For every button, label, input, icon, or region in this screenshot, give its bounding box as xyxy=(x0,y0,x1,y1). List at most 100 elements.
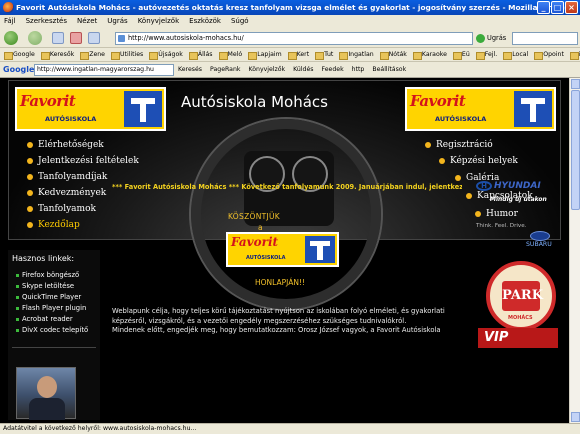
bookmark-item[interactable]: Keresők xyxy=(40,48,74,61)
feeds-button[interactable]: Feedek xyxy=(322,62,344,77)
bookmarks-toolbar: Google Keresők Zene Utilities Újságok Ál… xyxy=(0,48,580,62)
link-divx[interactable]: DivX codec telepítő xyxy=(16,325,88,336)
settings-button[interactable]: Beállítások xyxy=(372,62,406,77)
page-content: Favorit AUTÓSISKOLA Autósiskola Mohács F… xyxy=(0,78,569,423)
google-search-input[interactable]: http://www.ingatlan-magyarorszag.hu xyxy=(34,64,174,76)
google-bookmarks-button[interactable]: Könyvjelzők xyxy=(248,62,285,77)
bookmark-item[interactable]: Zene xyxy=(80,48,105,61)
hyundai-wordmark: HYUNDAI xyxy=(494,181,541,191)
google-search-button[interactable]: Keresés xyxy=(178,62,202,77)
bookmark-item[interactable]: Google xyxy=(4,48,35,61)
scroll-thumb[interactable] xyxy=(571,90,580,210)
park-subtitle: MOHÁCS xyxy=(508,315,533,321)
bookmark-item[interactable]: Ingatlan xyxy=(339,48,374,61)
nav-elerhetosegek[interactable]: Elérhetőségek xyxy=(27,138,104,153)
scroll-up-arrow-icon[interactable] xyxy=(571,79,580,89)
site-header: Favorit AUTÓSISKOLA Autósiskola Mohács F… xyxy=(8,80,561,309)
t-sign-icon xyxy=(305,236,335,263)
navigation-toolbar: http://www.autosiskola-mohacs.hu/ Ugrás xyxy=(0,28,580,48)
favorit-logo-left[interactable]: Favorit AUTÓSISKOLA xyxy=(15,87,166,131)
maximize-button[interactable]: □ xyxy=(551,1,564,14)
bookmark-item[interactable]: Eü xyxy=(452,48,470,61)
menu-help[interactable]: Súgó xyxy=(231,15,249,28)
bookmark-item[interactable]: Nóták xyxy=(379,48,407,61)
menu-go[interactable]: Ugrás xyxy=(107,15,127,28)
intro-paragraph: Weblapunk célja, hogy teljes körű tájéko… xyxy=(112,307,445,325)
back-arrow-icon[interactable] xyxy=(4,31,18,45)
page-icon xyxy=(118,35,125,42)
link-skype[interactable]: Skype letöltése xyxy=(16,281,88,292)
welcome-honlapjan: HONLAPJÁN!! xyxy=(255,278,305,287)
home-icon[interactable] xyxy=(88,32,100,44)
logo-subtitle: AUTÓSISKOLA xyxy=(435,115,487,123)
menu-edit[interactable]: Szerkesztés xyxy=(26,15,67,28)
nav-tanfolyamdijak[interactable]: Tanfolyamdíjak xyxy=(27,170,107,185)
favorit-logo-right[interactable]: Favorit AUTÓSISKOLA xyxy=(405,87,556,131)
subaru-slogan: Think. Feel. Drive. xyxy=(476,223,527,229)
t-sign-icon xyxy=(514,91,552,127)
instructor-photo xyxy=(16,367,76,420)
bookmark-item[interactable]: Utilities xyxy=(110,48,143,61)
close-button[interactable]: × xyxy=(565,1,578,14)
menu-file[interactable]: Fájl xyxy=(4,15,16,28)
bookmark-item[interactable]: Lapjaim xyxy=(248,48,282,61)
vertical-scrollbar[interactable] xyxy=(569,78,580,423)
hyundai-logo-icon: H xyxy=(476,181,492,191)
bookmark-item[interactable]: Meló xyxy=(218,48,242,61)
address-url: http://www.autosiskola-mohacs.hu/ xyxy=(128,34,244,42)
pagerank-indicator[interactable]: PageRank xyxy=(210,62,240,77)
logo-favorit-text: Favorit xyxy=(231,235,279,249)
menu-bar: Fájl Szerkesztés Nézet Ugrás Könyvjelzők… xyxy=(0,15,580,28)
bookmark-item[interactable]: Tut xyxy=(315,48,333,61)
nav-regisztracio[interactable]: Regisztráció xyxy=(425,138,493,153)
forward-arrow-icon[interactable] xyxy=(28,31,42,45)
link-acrobat[interactable]: Acrobat reader xyxy=(16,314,88,325)
nav-kedvezmenyek[interactable]: Kedvezmények xyxy=(27,186,106,201)
nav-kepzesi-helyek[interactable]: Képzési helyek xyxy=(439,154,518,169)
link-firefox[interactable]: Firefox böngésző xyxy=(16,270,88,281)
stop-icon[interactable] xyxy=(70,32,82,44)
nav-tanfolyamok[interactable]: Tanfolyamok xyxy=(27,202,96,217)
menu-bookmarks[interactable]: Könyvjelzők xyxy=(138,15,179,28)
nav-jelentkezesi-feltetelek[interactable]: Jelentkezési feltételek xyxy=(27,154,139,169)
bookmark-item[interactable]: Kert xyxy=(287,48,309,61)
welcome-a: a xyxy=(258,223,263,232)
reload-icon[interactable] xyxy=(52,32,64,44)
bookmark-item[interactable]: Újságok xyxy=(149,48,183,61)
google-toolbar: Google http://www.ingatlan-magyarorszag.… xyxy=(0,62,580,78)
window-title: Favorit Autósiskola Mohács - autóvezetés… xyxy=(16,3,570,12)
hyundai-ad[interactable]: H HYUNDAI Mindig új utakon xyxy=(476,180,560,206)
bookmark-item[interactable]: Karaoke xyxy=(412,48,447,61)
google-toolbar-items: Keresés PageRank Könyvjelzők Küldés Feed… xyxy=(178,62,406,77)
subaru-ad[interactable]: Think. Feel. Drive. SUBARU xyxy=(476,223,560,249)
menu-view[interactable]: Nézet xyxy=(77,15,97,28)
bookmark-item[interactable]: ingb xyxy=(569,48,580,61)
go-button[interactable]: Ugrás xyxy=(476,32,506,45)
nav-humor[interactable]: Humor xyxy=(475,207,518,222)
park-ad[interactable]: PARK MOHÁCS xyxy=(486,261,556,331)
link-quicktime[interactable]: QuickTime Player xyxy=(16,292,88,303)
vip-ad[interactable]: VIP xyxy=(478,328,558,348)
site-title: Autósiskola Mohács xyxy=(181,93,328,111)
bookmark-item[interactable]: Fejl. xyxy=(475,48,497,61)
minimize-button[interactable]: _ xyxy=(537,1,550,14)
google-logo: Google xyxy=(3,65,35,74)
favorit-logo-center: Favorit AUTÓSISKOLA xyxy=(226,232,339,267)
bookmark-item[interactable]: Állás xyxy=(188,48,213,61)
useful-links-heading: Hasznos linkek: xyxy=(12,254,75,263)
send-button[interactable]: Küldés xyxy=(293,62,313,77)
intro-paragraph-2: Mindenek előtt, engedjék meg, hogy bemut… xyxy=(112,326,441,334)
address-bar[interactable]: http://www.autosiskola-mohacs.hu/ xyxy=(115,32,473,45)
logo-favorit-text: Favorit xyxy=(410,92,466,110)
menu-tools[interactable]: Eszközök xyxy=(189,15,221,28)
http-button[interactable]: http xyxy=(352,62,365,77)
bookmark-item[interactable]: Local xyxy=(503,48,528,61)
nav-kezdolap[interactable]: Kezdőlap xyxy=(27,218,80,233)
news-marquee: *** Favorit Autósiskola Mohács *** Követ… xyxy=(112,183,462,191)
window-title-bar[interactable]: Favorit Autósiskola Mohács - autóvezetés… xyxy=(0,0,580,15)
link-flash[interactable]: Flash Player plugin xyxy=(16,303,88,314)
bookmark-item[interactable]: Opoint xyxy=(534,48,564,61)
window-controls: _ □ × xyxy=(537,1,578,14)
search-field[interactable] xyxy=(512,32,578,45)
scroll-down-arrow-icon[interactable] xyxy=(571,412,580,422)
